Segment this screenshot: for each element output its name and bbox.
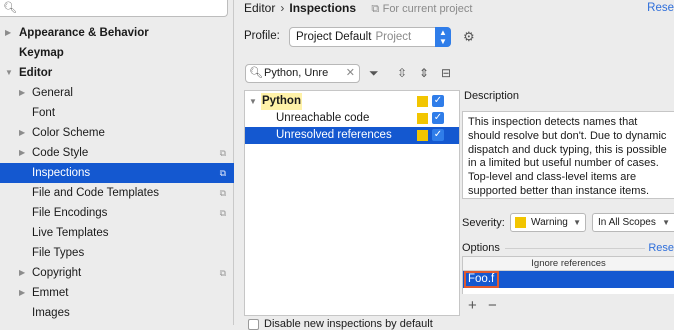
remove-button[interactable]: − xyxy=(488,298,497,313)
chevron-right-icon[interactable]: ▶ xyxy=(19,143,25,163)
severity-swatch xyxy=(515,217,526,228)
sidebar-item-label: Keymap xyxy=(19,47,64,59)
severity-swatch xyxy=(417,130,428,141)
sidebar-item-file-and-code-templates[interactable]: File and Code Templates ⧉ xyxy=(0,183,234,203)
cell-editor-input[interactable]: Foo.f xyxy=(464,271,499,288)
chevron-right-icon[interactable]: ▶ xyxy=(19,83,25,103)
sidebar-item-label: Color Scheme xyxy=(32,127,105,139)
filter-icon[interactable]: ⏷ xyxy=(369,66,379,81)
checkbox-checked-icon[interactable]: ✓ xyxy=(432,95,444,107)
settings-search-input[interactable]: 🔍︎ xyxy=(0,0,228,17)
breadcrumb-current: Inspections xyxy=(289,1,357,15)
options-divider xyxy=(505,248,645,249)
sidebar-item-label: Appearance & Behavior xyxy=(19,27,149,39)
tree-row-unresolved-references[interactable]: Unresolved references ✓ xyxy=(245,127,459,144)
reset-link[interactable]: Rese xyxy=(647,0,674,16)
search-icon: 🔍︎ xyxy=(249,67,263,79)
sidebar-item-label: Images xyxy=(32,307,70,319)
project-scope-icon: ⧉ xyxy=(219,148,226,158)
sidebar-item-appearance-behavior[interactable]: ▶ Appearance & Behavior xyxy=(0,23,234,43)
sidebar-item-code-style[interactable]: ▶ Code Style ⧉ xyxy=(0,143,234,163)
tree-row-unreachable-code[interactable]: Unreachable code ✓ xyxy=(245,110,459,127)
options-label: Options xyxy=(462,242,500,254)
chevron-right-icon[interactable]: ▶ xyxy=(19,283,25,303)
collapse-all-icon[interactable]: ⇕ xyxy=(419,66,429,80)
scope-select[interactable]: In All Scopes ▼ xyxy=(592,213,674,232)
checkbox-checked-icon[interactable]: ✓ xyxy=(432,112,444,124)
inspections-tree: ▼ Python ✓ Unreachable code ✓ Unresolved… xyxy=(244,90,460,316)
tree-row-label: Unresolved references xyxy=(276,129,392,141)
chevron-down-icon: ▼ xyxy=(573,218,581,227)
sidebar-item-color-scheme[interactable]: ▶ Color Scheme xyxy=(0,123,234,143)
current-project-label: For current project xyxy=(382,3,473,15)
current-project-icon: ⧉ xyxy=(371,3,380,15)
profile-value: Project Default xyxy=(296,31,372,43)
gear-icon[interactable]: ⚙ xyxy=(463,29,475,45)
sidebar-item-editor[interactable]: ▼ Editor xyxy=(0,63,234,83)
ignore-references-table: Ignore references Foo.f xyxy=(462,256,674,294)
chevron-right-icon[interactable]: ▶ xyxy=(19,263,25,283)
project-scope-icon: ⧉ xyxy=(219,268,226,278)
inspection-filter-input[interactable]: 🔍︎ Python, Unre ✕ xyxy=(245,64,360,83)
search-icon: 🔍︎ xyxy=(3,2,17,14)
settings-sidebar: 🔍︎ ▶ Appearance & Behavior Keymap ▼ Editor ▶ G… xyxy=(0,0,234,325)
breadcrumb-parent[interactable]: Editor xyxy=(244,1,275,15)
options-reset-link[interactable]: Rese xyxy=(648,242,674,254)
sidebar-item-label: Copyright xyxy=(32,267,82,279)
sidebar-item-emmet[interactable]: ▶ Emmet xyxy=(0,283,234,303)
column-header[interactable]: Ignore references xyxy=(463,257,674,271)
sidebar-item-copyright[interactable]: ▶ Copyright ⧉ xyxy=(0,263,234,283)
sidebar-item-images[interactable]: Images xyxy=(0,303,234,323)
sidebar-item-font[interactable]: Font xyxy=(0,103,234,123)
severity-swatch xyxy=(417,113,428,124)
sidebar-item-inspections[interactable]: Inspections ⧉ xyxy=(0,163,234,183)
description-title: Description xyxy=(464,90,520,102)
project-scope-icon: ⧉ xyxy=(219,188,226,198)
sidebar-item-label: File Types xyxy=(32,247,85,259)
sidebar-item-label: Code Style xyxy=(32,147,89,159)
tree-row-label: Unreachable code xyxy=(276,112,370,124)
sidebar-item-file-encodings[interactable]: File Encodings ⧉ xyxy=(0,203,234,223)
chevron-down-icon[interactable]: ▼ xyxy=(5,63,13,83)
breadcrumb-separator: › xyxy=(280,1,285,15)
chevron-down-icon[interactable]: ▼ xyxy=(249,93,257,110)
project-scope-icon: ⧉ xyxy=(219,208,226,218)
table-row[interactable]: Foo.f xyxy=(463,271,674,288)
severity-swatch xyxy=(417,96,428,107)
profile-label: Profile: xyxy=(244,30,280,42)
clear-icon[interactable]: ✕ xyxy=(346,65,355,82)
breadcrumb: Editor › Inspections ⧉ For current project xyxy=(244,0,472,16)
profile-select[interactable]: Project Default Project ▲ ▼ xyxy=(289,27,451,47)
sidebar-item-label: Inspections xyxy=(32,167,91,179)
sidebar-item-label: General xyxy=(32,87,73,99)
severity-label: Severity: xyxy=(462,217,505,229)
tree-row-label: Python xyxy=(261,93,302,110)
chevron-down-icon: ▼ xyxy=(662,218,670,227)
sidebar-item-label: File Encodings xyxy=(32,207,108,219)
chevron-right-icon[interactable]: ▶ xyxy=(5,23,11,43)
project-scope-icon: ⧉ xyxy=(219,168,226,178)
expand-all-icon[interactable]: ⇳ xyxy=(397,66,407,80)
add-button[interactable]: + xyxy=(468,298,477,313)
description-text: This inspection detects names that shoul… xyxy=(462,111,674,199)
disable-new-label: Disable new inspections by default xyxy=(264,318,433,330)
sidebar-item-label: Font xyxy=(32,107,56,119)
sidebar-item-keymap[interactable]: Keymap xyxy=(0,43,234,63)
severity-select[interactable]: Warning ▼ xyxy=(510,213,586,232)
chevron-right-icon[interactable]: ▶ xyxy=(19,123,25,143)
sidebar-item-file-types[interactable]: File Types xyxy=(0,243,234,263)
sidebar-item-label: Editor xyxy=(19,67,53,79)
sidebar-item-label: Live Templates xyxy=(32,227,109,239)
sidebar-item-label: File and Code Templates xyxy=(32,187,159,199)
sidebar-item-general[interactable]: ▶ General xyxy=(0,83,234,103)
sidebar-item-live-templates[interactable]: Live Templates xyxy=(0,223,234,243)
chevron-updown-icon: ▲ ▼ xyxy=(435,27,451,47)
reset-to-default-icon[interactable]: ⊟ xyxy=(441,66,451,80)
sidebar-item-label: Emmet xyxy=(32,287,69,299)
tree-row-python[interactable]: ▼ Python ✓ xyxy=(245,93,459,110)
profile-scope: Project xyxy=(375,31,412,43)
checkbox-checked-icon[interactable]: ✓ xyxy=(432,129,444,141)
